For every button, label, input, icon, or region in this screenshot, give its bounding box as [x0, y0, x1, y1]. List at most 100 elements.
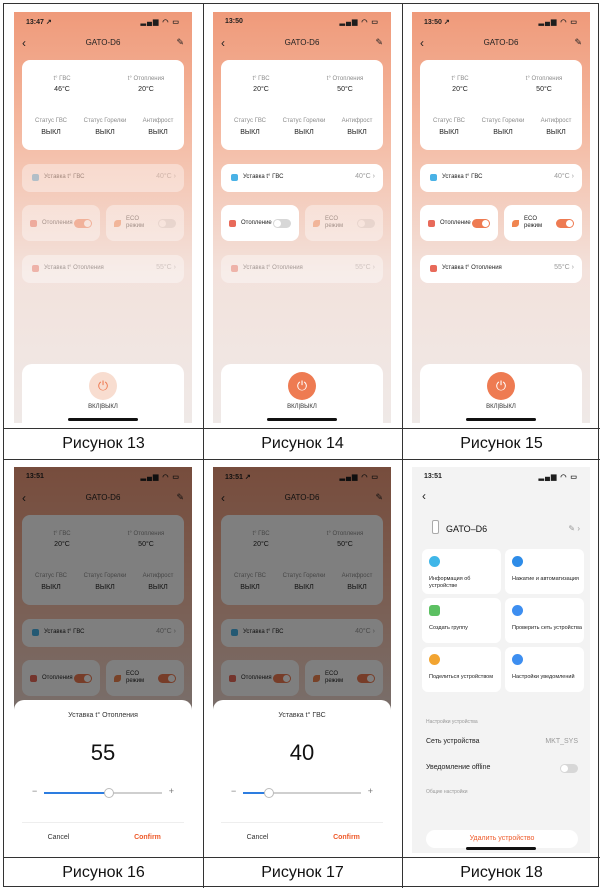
cancel-button[interactable]: Cancel [213, 834, 302, 841]
tile-automation[interactable]: Нажатие и автоматизация [505, 549, 584, 594]
minus-icon[interactable]: − [231, 786, 236, 796]
ghw-status-label: Статус ГВС [34, 118, 68, 124]
tile-label: Информация об устройстве [429, 576, 471, 589]
signal-wifi-battery-icon: ▂▄▆ ◠ ▭ [140, 19, 180, 26]
heating-label: Отопление [241, 220, 272, 226]
minus-icon[interactable]: − [32, 786, 37, 796]
plus-icon[interactable]: + [169, 786, 174, 796]
status-bar: 13:50 ↗ ▂▄▆ ◠ ▭ [412, 16, 590, 30]
antifrost-label: Антифрост [540, 118, 572, 124]
toggle-switch[interactable] [74, 219, 92, 228]
row-label: Уставка t° Отопления [44, 265, 104, 271]
tile-label: Настройки уведомлений [512, 674, 575, 680]
power-label: ВКЛ|ВЫКЛ [486, 404, 516, 410]
toggle-switch[interactable] [472, 219, 490, 228]
ghw-status-value: ВЫКЛ [240, 129, 260, 136]
status-card: t° ГВС 20°C t° Отопления 50°C Статус ГВС ВЫКЛ… [221, 60, 383, 150]
setpoint-sheet: Уставка t° ГВС 40 − + Cancel Confirm [213, 700, 391, 857]
tile-share-device[interactable]: Поделиться устройством [422, 647, 501, 692]
status-bar: 13:50 ▂▄▆ ◠ ▭ [213, 16, 391, 30]
antifrost-value: ВЫКЛ [546, 129, 566, 136]
eco-label: ECO режим [325, 216, 344, 229]
delete-device-button[interactable]: Удалить устройство [426, 830, 578, 848]
toggle-switch[interactable] [556, 219, 574, 228]
home-indicator [267, 418, 337, 421]
nav-bar: ‹GATO-D6✎ [14, 36, 192, 52]
ghw-status-label: Статус ГВС [432, 118, 466, 124]
setpoint-slider[interactable] [44, 788, 162, 798]
ghw-setpoint-row[interactable]: Уставка t° ГВС 40°C › [221, 164, 383, 192]
info-icon [429, 556, 440, 567]
pencil-icon[interactable]: ✎ [574, 37, 582, 48]
confirm-button[interactable]: Confirm [302, 834, 391, 841]
phone-screen: 13:51▂▄▆ ◠ ▭‹GATO-D6✎t° ГВС20°Ct° Отопле… [14, 467, 192, 857]
heating-setpoint-row[interactable]: Уставка t° Отопления 55°C › [22, 255, 184, 283]
faucet-icon [231, 174, 238, 181]
chevron-left-icon[interactable]: ‹ [422, 489, 426, 503]
device-name: GATO–D6 [446, 524, 488, 534]
setpoint-slider[interactable] [243, 788, 361, 798]
row-label: Уставка t° ГВС [44, 174, 85, 180]
antifrost-value: ВЫКЛ [347, 129, 367, 136]
tile-create-group[interactable]: Создать группу [422, 598, 501, 643]
power-icon[interactable]: ⏻ [288, 372, 316, 400]
section-label: Настройки устройства [426, 719, 478, 725]
heating-temp-label: t° Отопления [326, 76, 364, 82]
ghw-setpoint-row[interactable]: Уставка t° ГВС 40°C › [22, 164, 184, 192]
row-label: Уведомление offline [426, 764, 491, 771]
heating-setpoint-row[interactable]: Уставка t° Отопления 55°C › [420, 255, 582, 283]
burner-status-value: ВЫКЛ [493, 129, 513, 136]
heating-setpoint-row[interactable]: Уставка t° Отопления 55°C › [221, 255, 383, 283]
tile-check-network[interactable]: Проверить сеть устройства [505, 598, 584, 643]
figure-grid: Рисунок 13 Рисунок 14 Рисунок 15 Рисунок… [3, 3, 600, 888]
toggle-switch[interactable] [273, 219, 291, 228]
tile-notifications[interactable]: Настройки уведомлений [505, 647, 584, 692]
row-value: 40°C › [355, 173, 375, 180]
ghw-status-value: ВЫКЛ [41, 129, 61, 136]
pencil-icon[interactable]: ✎ [176, 37, 184, 48]
toggle-switch[interactable] [357, 219, 375, 228]
heating-temp-label: t° Отопления [525, 76, 563, 82]
ghw-setpoint-row[interactable]: Уставка t° ГВС 40°C › [420, 164, 582, 192]
offline-toggle[interactable] [560, 764, 578, 773]
plus-icon[interactable]: + [368, 786, 373, 796]
network-icon [512, 605, 523, 616]
faucet-icon [430, 174, 437, 181]
nav-bar: ‹GATO-D6✎ [213, 36, 391, 52]
power-icon[interactable]: ⏻ [487, 372, 515, 400]
pencil-icon[interactable]: ✎ › [568, 524, 580, 533]
leaf-icon [114, 220, 121, 227]
slider-handle[interactable] [263, 788, 274, 798]
home-indicator [466, 847, 536, 850]
heating-card: Отопление [221, 205, 299, 241]
eco-label: ECO режим [524, 216, 543, 229]
toggle-switch[interactable] [158, 219, 176, 228]
confirm-button[interactable]: Confirm [103, 834, 192, 841]
faucet-icon [32, 174, 39, 181]
power-panel: ⏻ ВКЛ|ВЫКЛ [221, 364, 383, 423]
slider-handle[interactable] [103, 788, 114, 798]
radiator-icon [428, 220, 435, 227]
tile-label: Поделиться устройством [429, 674, 494, 680]
radiator-icon [30, 220, 37, 227]
device-icon [432, 520, 439, 534]
screen-figure-15: 13:50 ↗ ▂▄▆ ◠ ▭ ‹ GATO-D6 ✎ t° ГВС 20°C t° Отоп… [402, 4, 600, 428]
power-icon[interactable]: ⏻ [89, 372, 117, 400]
row-value: 55°C › [355, 264, 375, 271]
row-value: 55°C › [156, 264, 176, 271]
heating-temp-value: 50°C [536, 86, 552, 93]
antifrost-label: Антифрост [142, 118, 174, 124]
caption: Рисунок 13 [62, 435, 145, 452]
device-network-row[interactable]: Сеть устройства MKT_SYS [426, 731, 578, 753]
home-indicator [466, 418, 536, 421]
burner-status-value: ВЫКЛ [294, 129, 314, 136]
ghw-status-label: Статус ГВС [233, 118, 267, 124]
setpoint-value: 40 [289, 740, 315, 765]
pencil-icon[interactable]: ✎ [375, 37, 383, 48]
heating-temp-label: t° Отопления [127, 76, 165, 82]
leaf-icon [313, 220, 320, 227]
heating-temp-value: 50°C [337, 86, 353, 93]
cancel-button[interactable]: Cancel [14, 834, 103, 841]
tile-device-info[interactable]: Информация об устройстве [422, 549, 501, 594]
caption: Рисунок 17 [261, 864, 344, 881]
